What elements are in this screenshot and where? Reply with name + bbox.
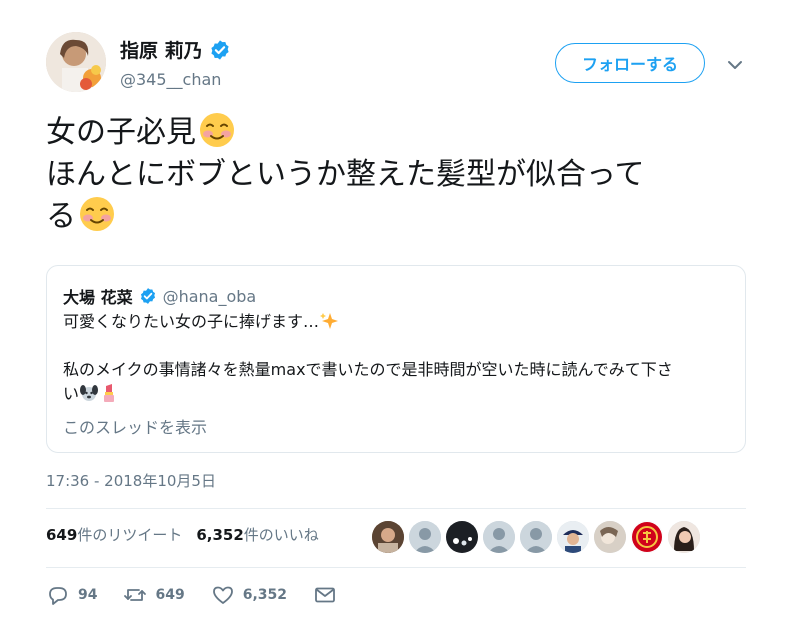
heart-icon [212, 586, 233, 604]
author-avatar[interactable] [46, 32, 106, 92]
like-stat[interactable]: 6,352件のいいね [196, 524, 318, 545]
verified-badge-icon [209, 39, 231, 61]
verified-badge-icon [139, 287, 157, 305]
quoted-line-3: い [63, 382, 733, 406]
liker-avatar[interactable] [668, 521, 700, 553]
author-handle[interactable]: @345__chan [120, 70, 221, 89]
sparkles-icon [319, 311, 339, 331]
smiling-face-with-blush-icon [199, 112, 235, 148]
liker-avatar[interactable] [409, 521, 441, 553]
show-thread-link[interactable]: このスレッドを表示 [63, 414, 207, 438]
tweet-header: 指原 莉乃 @345__chan フォローする [46, 32, 760, 96]
liker-avatar[interactable] [483, 521, 515, 553]
dog-face-icon [79, 383, 99, 403]
envelope-icon [315, 587, 335, 603]
quoted-author-handle: @hana_oba [162, 286, 257, 306]
lipstick-icon [99, 383, 119, 403]
reply-count: 94 [78, 587, 98, 603]
quoted-tweet-text: 可愛くなりたい女の子に捧げます… 私のメイクの事情諸々を熱量maxで書いたので是… [63, 310, 733, 406]
tweet-timestamp[interactable]: 17:36 - 2018年10月5日 [46, 470, 216, 491]
divider [46, 508, 746, 509]
quoted-tweet-card[interactable]: 大場 花菜 @hana_oba 可愛くなりたい女の子に捧げます… 私のメイクの事… [46, 265, 746, 453]
quoted-line-2: 私のメイクの事情諸々を熱量maxで書いたので是非時間が空いた時に読んでみて下さ [63, 360, 673, 379]
liker-avatar[interactable] [372, 521, 404, 553]
retweet-count: 649 [155, 587, 185, 603]
direct-message-button[interactable] [313, 583, 337, 607]
tweet-line-3: る [46, 196, 746, 238]
tweet-line-1: 女の子必見 [46, 112, 746, 154]
liker-avatar[interactable] [557, 521, 589, 553]
reply-button[interactable]: 94 [46, 583, 97, 607]
tweet-line-2: ほんとにボブというか整えた髪型が似合って [46, 157, 645, 192]
follow-button[interactable]: フォローする [555, 43, 705, 83]
like-button[interactable]: 6,352 [211, 583, 287, 607]
tweet-text: 女の子必見 ほんとにボブというか整えた髪型が似合って る [46, 112, 746, 238]
author-display-name[interactable]: 指原 莉乃 [120, 36, 203, 63]
engagement-stats: 649件のリツイート 6,352件のいいね [46, 524, 319, 545]
reply-icon [49, 587, 67, 605]
quoted-author-name: 大場 花菜 [63, 288, 133, 307]
liker-avatar[interactable] [594, 521, 626, 553]
liker-avatars [372, 521, 700, 553]
liker-avatar[interactable] [446, 521, 478, 553]
liker-avatar[interactable] [631, 521, 663, 553]
smiling-face-with-blush-icon [79, 196, 115, 232]
like-count: 6,352 [242, 587, 288, 603]
liker-avatar[interactable] [520, 521, 552, 553]
divider [46, 567, 746, 568]
chevron-down-icon[interactable] [726, 56, 744, 74]
quoted-tweet-header: 大場 花菜 @hana_oba [63, 284, 256, 308]
quoted-line-1: 可愛くなりたい女の子に捧げます… [63, 310, 733, 334]
retweet-button[interactable]: 649 [123, 583, 185, 607]
tweet-actions: 94 649 6,352 [46, 583, 363, 607]
retweet-icon [124, 589, 147, 601]
author-name-row: 指原 莉乃 [120, 36, 231, 63]
retweet-stat[interactable]: 649件のリツイート [46, 524, 182, 545]
